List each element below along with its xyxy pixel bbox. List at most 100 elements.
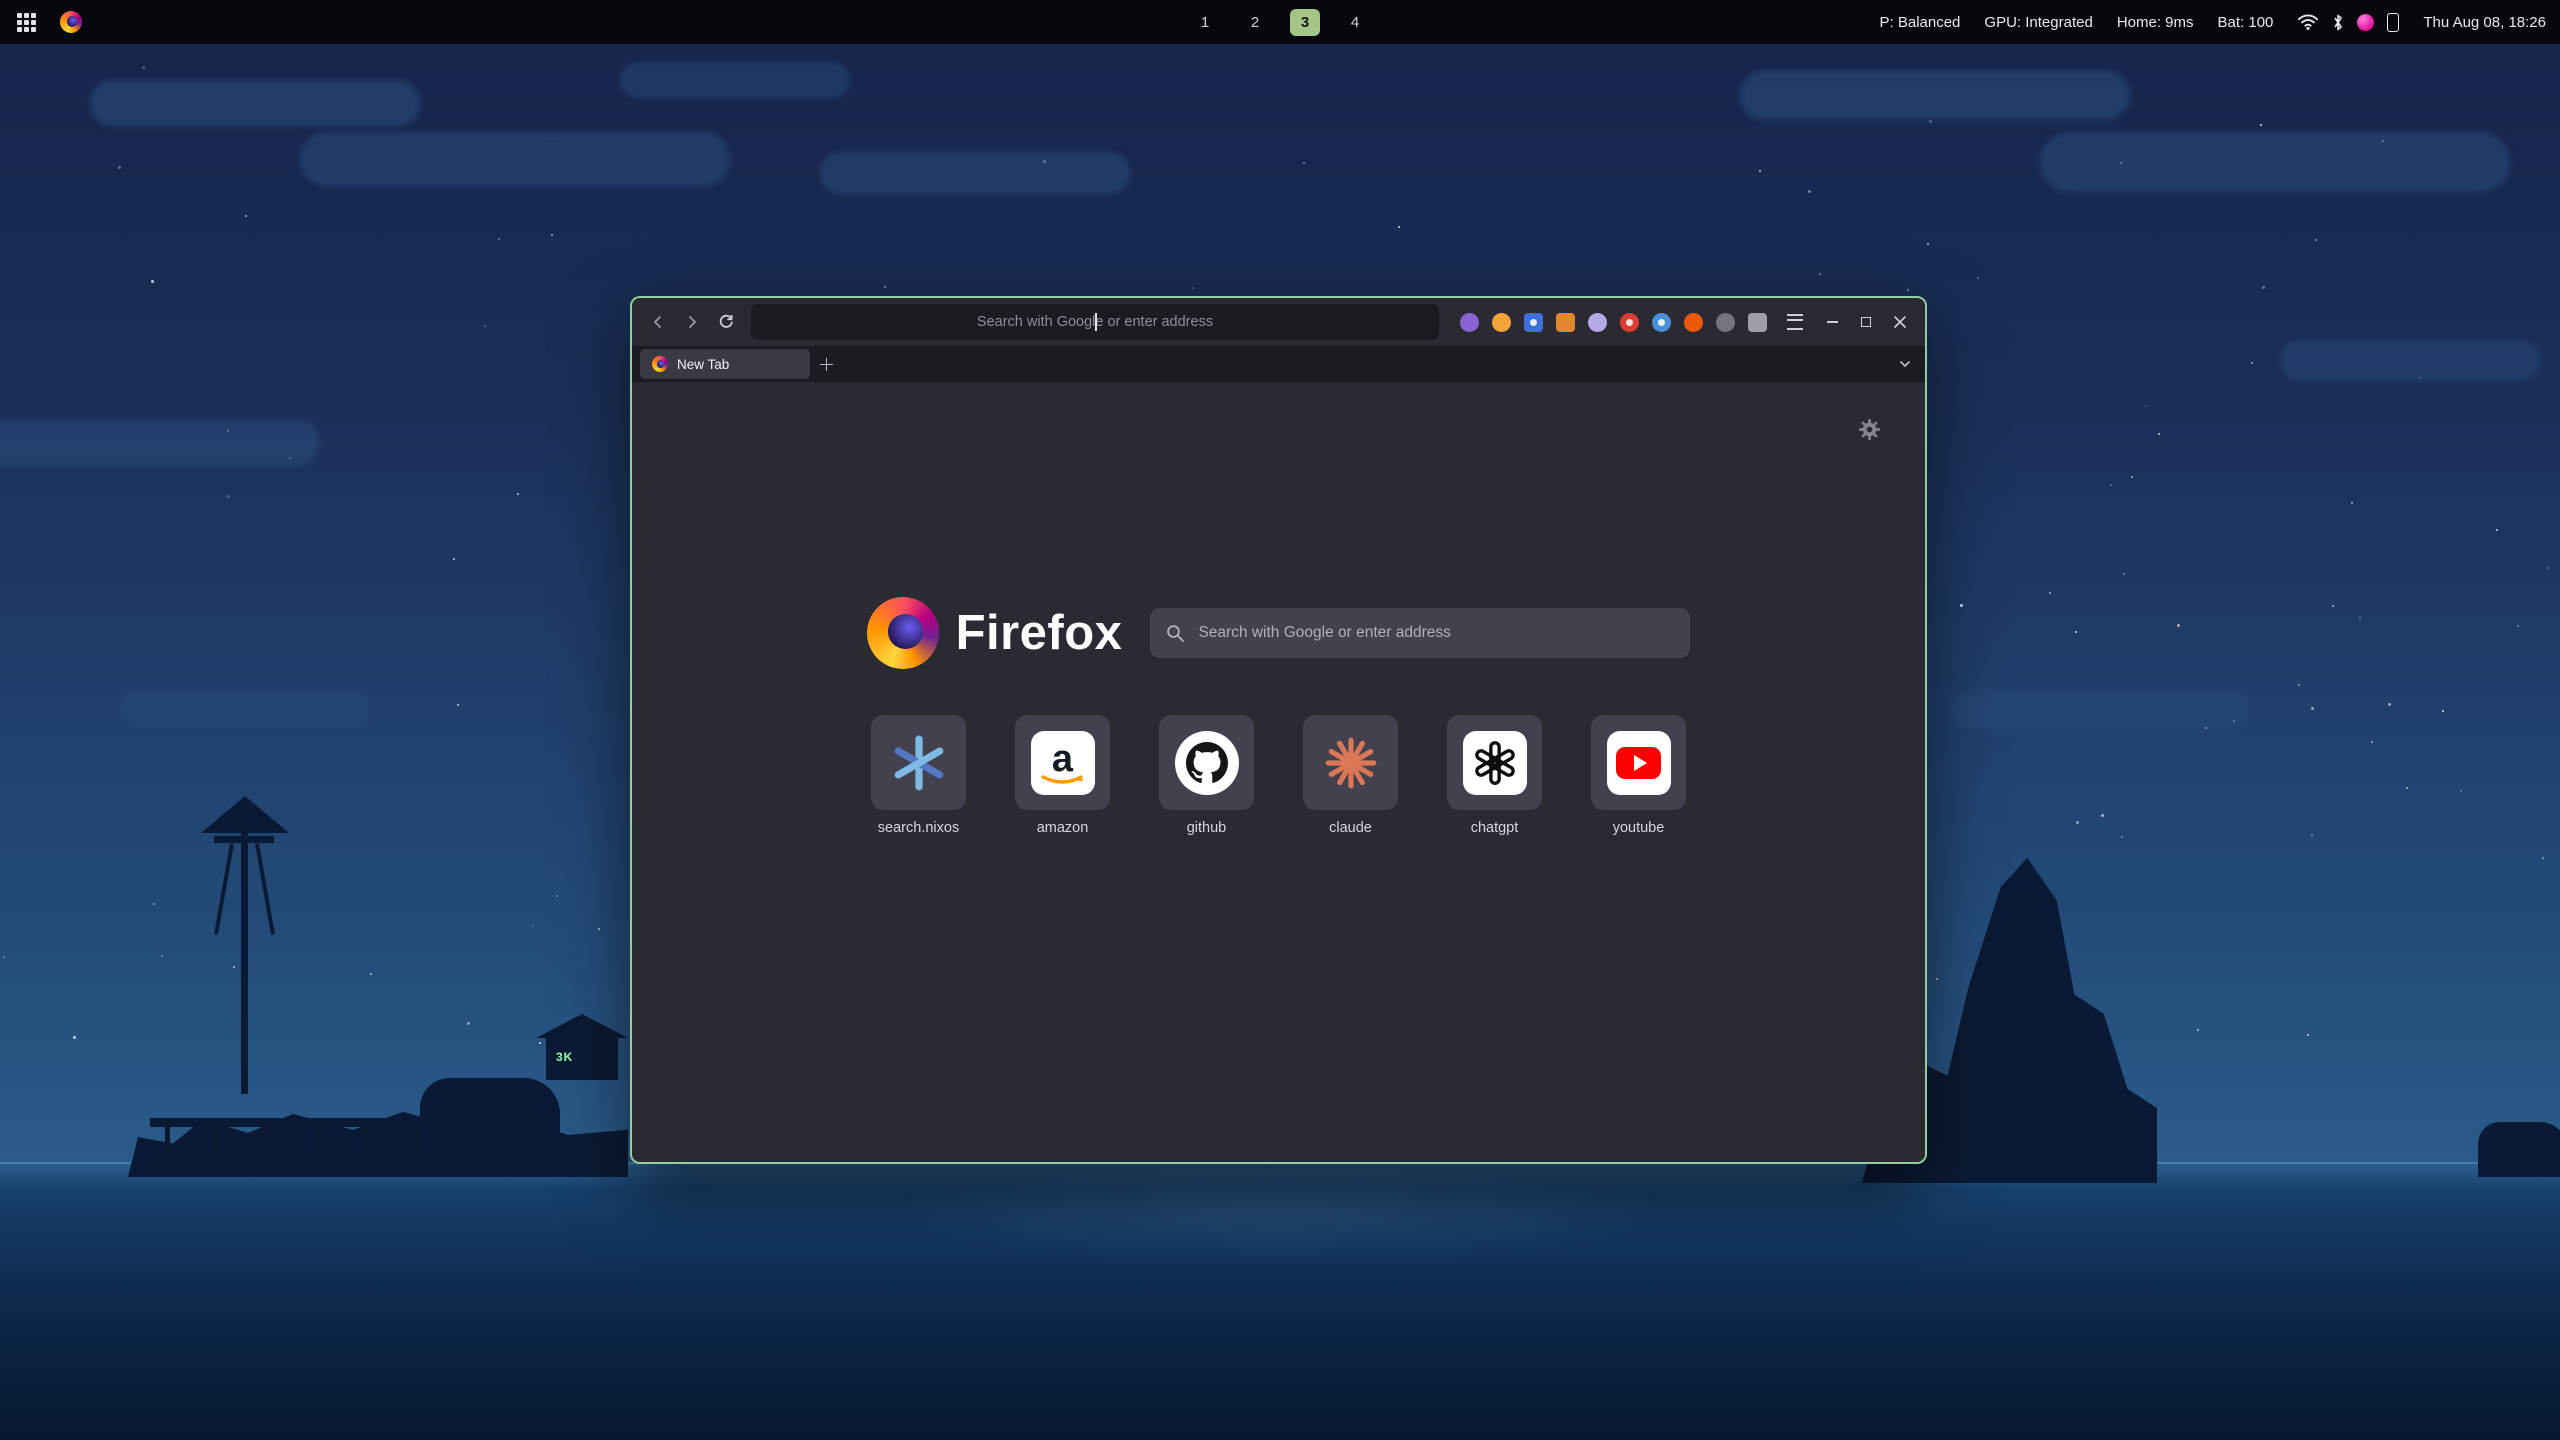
extension-icon-orange[interactable] xyxy=(1684,313,1703,332)
gpu-status: GPU: Integrated xyxy=(1984,14,2092,31)
newtab-search-bar[interactable] xyxy=(1150,608,1690,658)
star xyxy=(2517,625,2519,627)
firefox-icon xyxy=(60,11,82,33)
star xyxy=(2197,1029,2199,1031)
back-button[interactable] xyxy=(642,306,674,338)
list-all-tabs-button[interactable] xyxy=(1891,350,1919,378)
star xyxy=(2371,741,2373,743)
cloud xyxy=(2280,340,2540,380)
youtube-play-badge xyxy=(1616,747,1661,779)
cloud xyxy=(120,690,370,726)
chevron-down-icon xyxy=(1898,357,1912,371)
shortcut-tile xyxy=(1159,715,1254,810)
star xyxy=(2442,710,2444,712)
star xyxy=(2121,836,2123,838)
reload-button[interactable] xyxy=(710,306,742,338)
star xyxy=(2351,502,2353,504)
star xyxy=(151,280,154,283)
shortcut-label: claude xyxy=(1329,820,1372,836)
close-button[interactable] xyxy=(1885,307,1915,337)
workspace-4[interactable]: 4 xyxy=(1340,9,1370,36)
star xyxy=(161,955,163,957)
shortcut-tile xyxy=(1303,715,1398,810)
shortcut-github[interactable]: github xyxy=(1159,715,1254,836)
star xyxy=(2260,124,2262,126)
workspace-switcher: 1 2 3 4 xyxy=(1190,0,1370,44)
amazon-icon: a xyxy=(1031,731,1095,795)
star xyxy=(2460,790,2462,792)
extension-icon-amber[interactable] xyxy=(1492,313,1511,332)
cloud xyxy=(2040,132,2510,192)
star xyxy=(532,925,534,927)
star xyxy=(2262,286,2265,289)
device-icon[interactable] xyxy=(2387,13,2399,32)
shortcut-youtube[interactable]: youtube xyxy=(1591,715,1686,836)
minimize-button[interactable] xyxy=(1817,307,1847,337)
extension-icon-skyblue[interactable] xyxy=(1652,313,1671,332)
shortcut-label: search.nixos xyxy=(878,820,959,836)
star xyxy=(556,895,558,897)
star xyxy=(2251,362,2253,364)
star xyxy=(457,704,459,706)
shortcut-chatgpt[interactable]: chatgpt xyxy=(1447,715,1542,836)
workspace-1[interactable]: 1 xyxy=(1190,9,1220,36)
pier-post xyxy=(415,1124,420,1156)
battery-status: Bat: 100 xyxy=(2218,14,2274,31)
star xyxy=(2311,834,2313,836)
new-tab-button[interactable] xyxy=(812,350,840,378)
shortcut-amazon[interactable]: a amazon xyxy=(1015,715,1110,836)
extension-icon-lavender[interactable] xyxy=(1588,313,1607,332)
minimize-icon xyxy=(1827,321,1838,323)
star xyxy=(2547,567,2549,569)
cloud xyxy=(90,80,420,126)
navigation-toolbar xyxy=(632,298,1925,346)
extensions-puzzle-icon[interactable] xyxy=(1748,313,1767,332)
extension-icon-gray[interactable] xyxy=(1716,313,1735,332)
watchtower-pole xyxy=(241,828,248,1094)
workspace-3-active[interactable]: 3 xyxy=(1290,9,1320,36)
star xyxy=(2307,1034,2309,1036)
extension-icon-red[interactable] xyxy=(1620,313,1639,332)
shortcut-claude[interactable]: claude xyxy=(1303,715,1398,836)
star xyxy=(2315,239,2317,241)
forward-button[interactable] xyxy=(676,306,708,338)
nixos-snowflake-icon xyxy=(890,734,948,792)
extension-icon-blue-square[interactable] xyxy=(1524,313,1543,332)
shortcut-search-nixos[interactable]: search.nixos xyxy=(871,715,966,836)
island-far-right xyxy=(2478,1122,2560,1177)
extension-icon-purple[interactable] xyxy=(1460,313,1479,332)
cloud xyxy=(300,132,730,186)
ping-status: Home: 9ms xyxy=(2117,14,2194,31)
menu-button[interactable] xyxy=(1779,306,1811,338)
star xyxy=(227,495,230,498)
firefox-launcher-button[interactable] xyxy=(57,8,85,36)
hut-neon-sign: 3K xyxy=(556,1050,573,1064)
star xyxy=(884,286,886,288)
star xyxy=(498,238,500,240)
workspace-2[interactable]: 2 xyxy=(1240,9,1270,36)
star xyxy=(370,973,372,975)
pier-post xyxy=(165,1124,170,1156)
extension-icon-orange-square[interactable] xyxy=(1556,313,1575,332)
star xyxy=(1808,190,1811,193)
desktop: 3K 1 2 3 4 P: Balanced GPU: Integrated H… xyxy=(0,0,2560,1440)
extension-toolbar xyxy=(1450,313,1777,332)
address-bar[interactable] xyxy=(752,305,1438,339)
star xyxy=(1759,170,1761,172)
maximize-button[interactable] xyxy=(1851,307,1881,337)
star xyxy=(517,493,519,495)
pier-post xyxy=(265,1124,270,1156)
tab-bar: New Tab xyxy=(632,346,1925,382)
bluetooth-icon[interactable] xyxy=(2332,13,2344,32)
water-glow xyxy=(880,1150,1680,1270)
shortcut-label: amazon xyxy=(1037,820,1089,836)
personalize-gear-icon[interactable] xyxy=(1858,418,1881,444)
newtab-search-input[interactable] xyxy=(1196,623,1674,643)
app-launcher-button[interactable] xyxy=(14,10,39,35)
play-triangle xyxy=(1634,755,1647,771)
star xyxy=(1960,604,1963,607)
pink-app-icon[interactable] xyxy=(2357,14,2374,31)
tab-new-tab[interactable]: New Tab xyxy=(640,349,810,379)
cloud xyxy=(0,420,320,466)
wifi-icon[interactable] xyxy=(2297,13,2319,31)
